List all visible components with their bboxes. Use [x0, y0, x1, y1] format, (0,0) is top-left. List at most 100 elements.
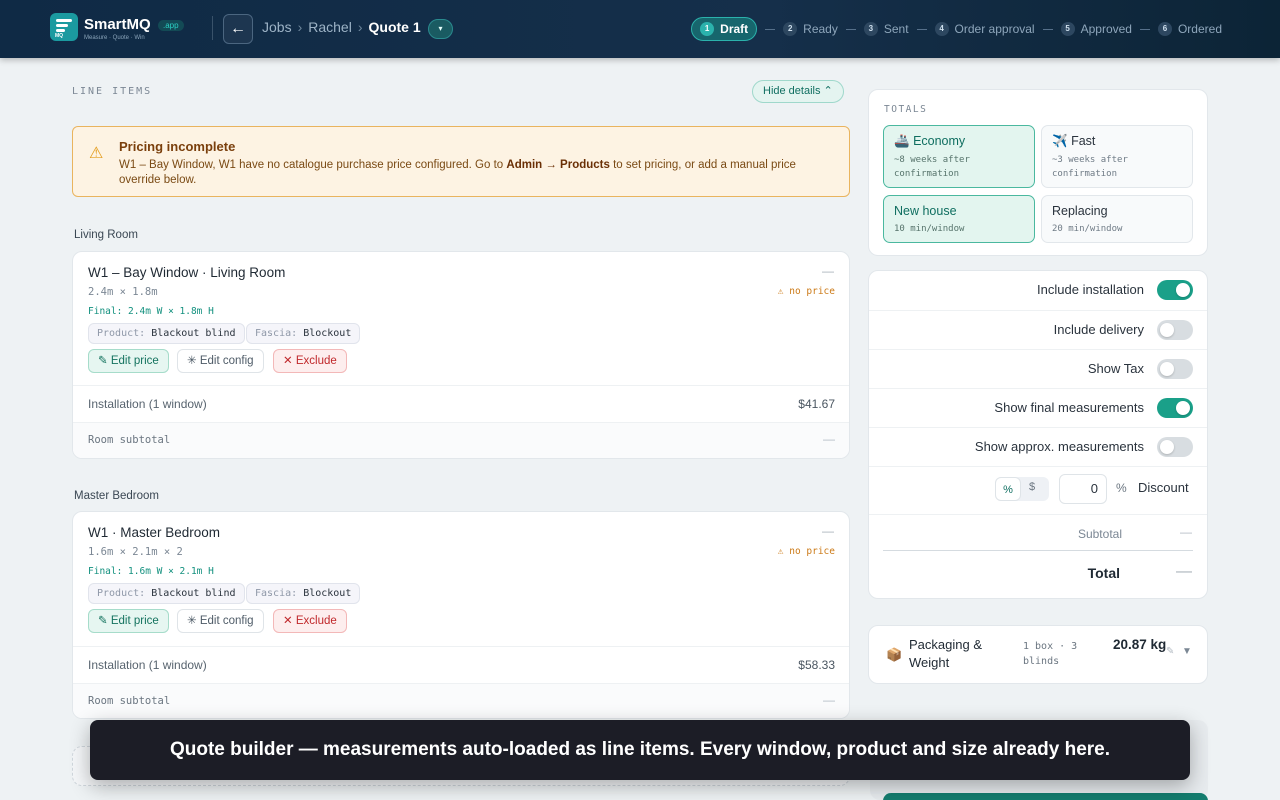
breadcrumb-separator: › — [297, 19, 303, 35]
show-final-measurements-toggle[interactable] — [1157, 398, 1193, 418]
discount-dollar-button[interactable]: $ — [1029, 481, 1035, 493]
hide-details-label: Hide details — [763, 85, 821, 97]
install-option-sub: 20 min/window — [1052, 224, 1123, 234]
installation-label: Installation (1 window) — [88, 658, 207, 672]
step-sent[interactable]: 3 Sent — [863, 22, 909, 36]
packaging-meta: 1 box · 3 blinds — [1023, 641, 1078, 667]
include-delivery-toggle[interactable] — [1157, 320, 1193, 340]
toggle-label: Show approx. measurements — [974, 439, 1144, 454]
onboarding-toast: Quote builder — measurements auto-loaded… — [90, 720, 1190, 780]
fascia-chip: Fascia: Blockout — [246, 323, 361, 344]
exclude-label: Exclude — [295, 615, 337, 627]
show-tax-toggle[interactable] — [1157, 359, 1193, 379]
status-stepper: 1 Draft 2 Ready 3 Sent 4 Order approval 5 App… — [691, 16, 1222, 42]
show-approx-measurements-toggle[interactable] — [1157, 437, 1193, 457]
step-label: Approved — [1080, 22, 1132, 36]
room-subtotal-value: — — [823, 693, 835, 707]
discount-unit: % — [1116, 481, 1127, 495]
step-ready[interactable]: 2 Ready — [783, 22, 838, 36]
breadcrumb: Jobs › Rachel › Quote 1 — [262, 19, 421, 35]
edit-price-button[interactable]: ✎ Edit price — [88, 349, 169, 373]
room-subtotal-row: Room subtotal — — [73, 683, 849, 718]
chip-key: Fascia: — [255, 328, 298, 339]
edit-price-button[interactable]: ✎ Edit price — [88, 609, 169, 633]
toggle-label: Show Tax — [1087, 361, 1144, 376]
packaging-weight-panel[interactable]: 📦 Packaging & Weight 1 box · 3 blinds 20… — [868, 625, 1208, 684]
shipping-option-title: ✈️ Fast — [1052, 134, 1095, 149]
step-number: 1 — [700, 22, 715, 36]
shipping-option-economy[interactable]: 🚢 Economy ~8 weeks after confirmation — [883, 125, 1035, 188]
no-price-badge: ⚠ no price — [777, 286, 835, 297]
subtotal-row: Subtotal — — [869, 514, 1207, 550]
pricing-warning: ⚠ Pricing incomplete W1 – Bay Window, W1… — [72, 126, 850, 197]
installation-row: Installation (1 window) $41.67 — [73, 385, 849, 422]
installation-price: $41.67 — [798, 397, 835, 411]
chip-key: Product: — [97, 588, 146, 599]
step-number: 6 — [1157, 22, 1172, 36]
install-option-new-house[interactable]: New house 10 min/window — [883, 195, 1035, 243]
discount-type-switch: % $ — [995, 477, 1049, 501]
step-number: 4 — [934, 22, 949, 36]
install-option-title: New house — [894, 204, 957, 218]
step-approved[interactable]: 5 Approved — [1060, 22, 1132, 36]
plane-icon: ✈️ — [1052, 134, 1068, 148]
pencil-icon: ✎ — [98, 355, 108, 367]
step-order-approval[interactable]: 4 Order approval — [934, 22, 1035, 36]
line-item-final-size: Final: 1.6m W × 2.1m H — [88, 566, 214, 577]
discount-percent-button[interactable]: % — [995, 477, 1021, 501]
chevron-down-icon[interactable]: ▼ — [1182, 646, 1192, 657]
line-items-heading: LINE ITEMS — [72, 86, 153, 97]
warning-text-before: W1 – Bay Window, W1 have no catalogue pu… — [119, 159, 507, 171]
back-button[interactable]: ← — [223, 14, 253, 44]
step-label: Ready — [803, 22, 838, 36]
hide-details-button[interactable]: Hide details ⌃ — [752, 80, 844, 103]
shipping-option-label: Economy — [913, 134, 966, 148]
subtotal-label: Subtotal — [1077, 527, 1122, 541]
step-draft[interactable]: 1 Draft — [691, 17, 758, 41]
edit-config-button[interactable]: ✳ Edit config — [177, 349, 264, 373]
total-divider — [883, 550, 1193, 551]
packaging-title: Packaging & Weight — [909, 637, 982, 670]
breadcrumb-jobs[interactable]: Jobs — [262, 19, 292, 35]
discount-input[interactable]: 0 — [1059, 474, 1107, 504]
ship-icon: 🚢 — [894, 134, 910, 148]
primary-action-button[interactable] — [883, 793, 1208, 800]
warning-title: Pricing incomplete — [119, 139, 236, 154]
toggle-row-show-tax: Show Tax — [869, 349, 1207, 388]
breadcrumb-rachel[interactable]: Rachel — [308, 19, 352, 35]
room-subtotal-value: — — [823, 432, 835, 446]
install-option-replacing[interactable]: Replacing 20 min/window — [1041, 195, 1193, 243]
admin-products-link[interactable]: Admin → Products — [506, 159, 610, 171]
brand-name: SmartMQ — [84, 16, 151, 33]
exclude-button[interactable]: ✕ Exclude — [273, 349, 347, 373]
edit-pencil-icon[interactable]: ✎ — [1166, 646, 1174, 657]
step-label: Sent — [883, 22, 909, 36]
chip-value: Blockout — [303, 328, 352, 339]
shipping-option-fast[interactable]: ✈️ Fast ~3 weeks after confirmation — [1041, 125, 1193, 188]
brand-badge: .app — [158, 20, 184, 31]
step-ordered[interactable]: 6 Ordered — [1157, 22, 1222, 36]
toggle-row-include-delivery: Include delivery — [869, 310, 1207, 349]
chip-key: Fascia: — [255, 588, 298, 599]
room-card-living-room: W1 – Bay Window · Living Room — ⚠ no pri… — [72, 251, 850, 459]
room-card-master-bedroom: W1 · Master Bedroom — ⚠ no price 1.6m × … — [72, 511, 850, 719]
step-connector — [845, 28, 856, 30]
breadcrumb-current: Quote 1 — [368, 19, 421, 35]
quote-dropdown-button[interactable]: ▾ — [428, 19, 453, 39]
shipping-option-title: 🚢 Economy — [894, 134, 965, 149]
edit-config-button[interactable]: ✳ Edit config — [177, 609, 264, 633]
top-bar: MQ SmartMQ .app Measure · Quote · Win ← … — [0, 0, 1280, 58]
installation-price: $58.33 — [798, 658, 835, 672]
totals-heading: TOTALS — [884, 104, 928, 115]
include-installation-toggle[interactable] — [1157, 280, 1193, 300]
exclude-button[interactable]: ✕ Exclude — [273, 609, 347, 633]
app-logo[interactable]: MQ — [50, 13, 78, 41]
step-connector — [916, 28, 927, 30]
line-item-size: 2.4m × 1.8m — [88, 286, 158, 298]
step-label: Ordered — [1177, 22, 1222, 36]
line-item-title: W1 · Master Bedroom — [88, 525, 221, 540]
step-label: Order approval — [954, 22, 1035, 36]
step-connector — [1042, 28, 1053, 30]
toggle-row-show-approx-measurements: Show approx. measurements — [869, 427, 1207, 466]
room-subtotal-label: Room subtotal — [88, 434, 171, 446]
